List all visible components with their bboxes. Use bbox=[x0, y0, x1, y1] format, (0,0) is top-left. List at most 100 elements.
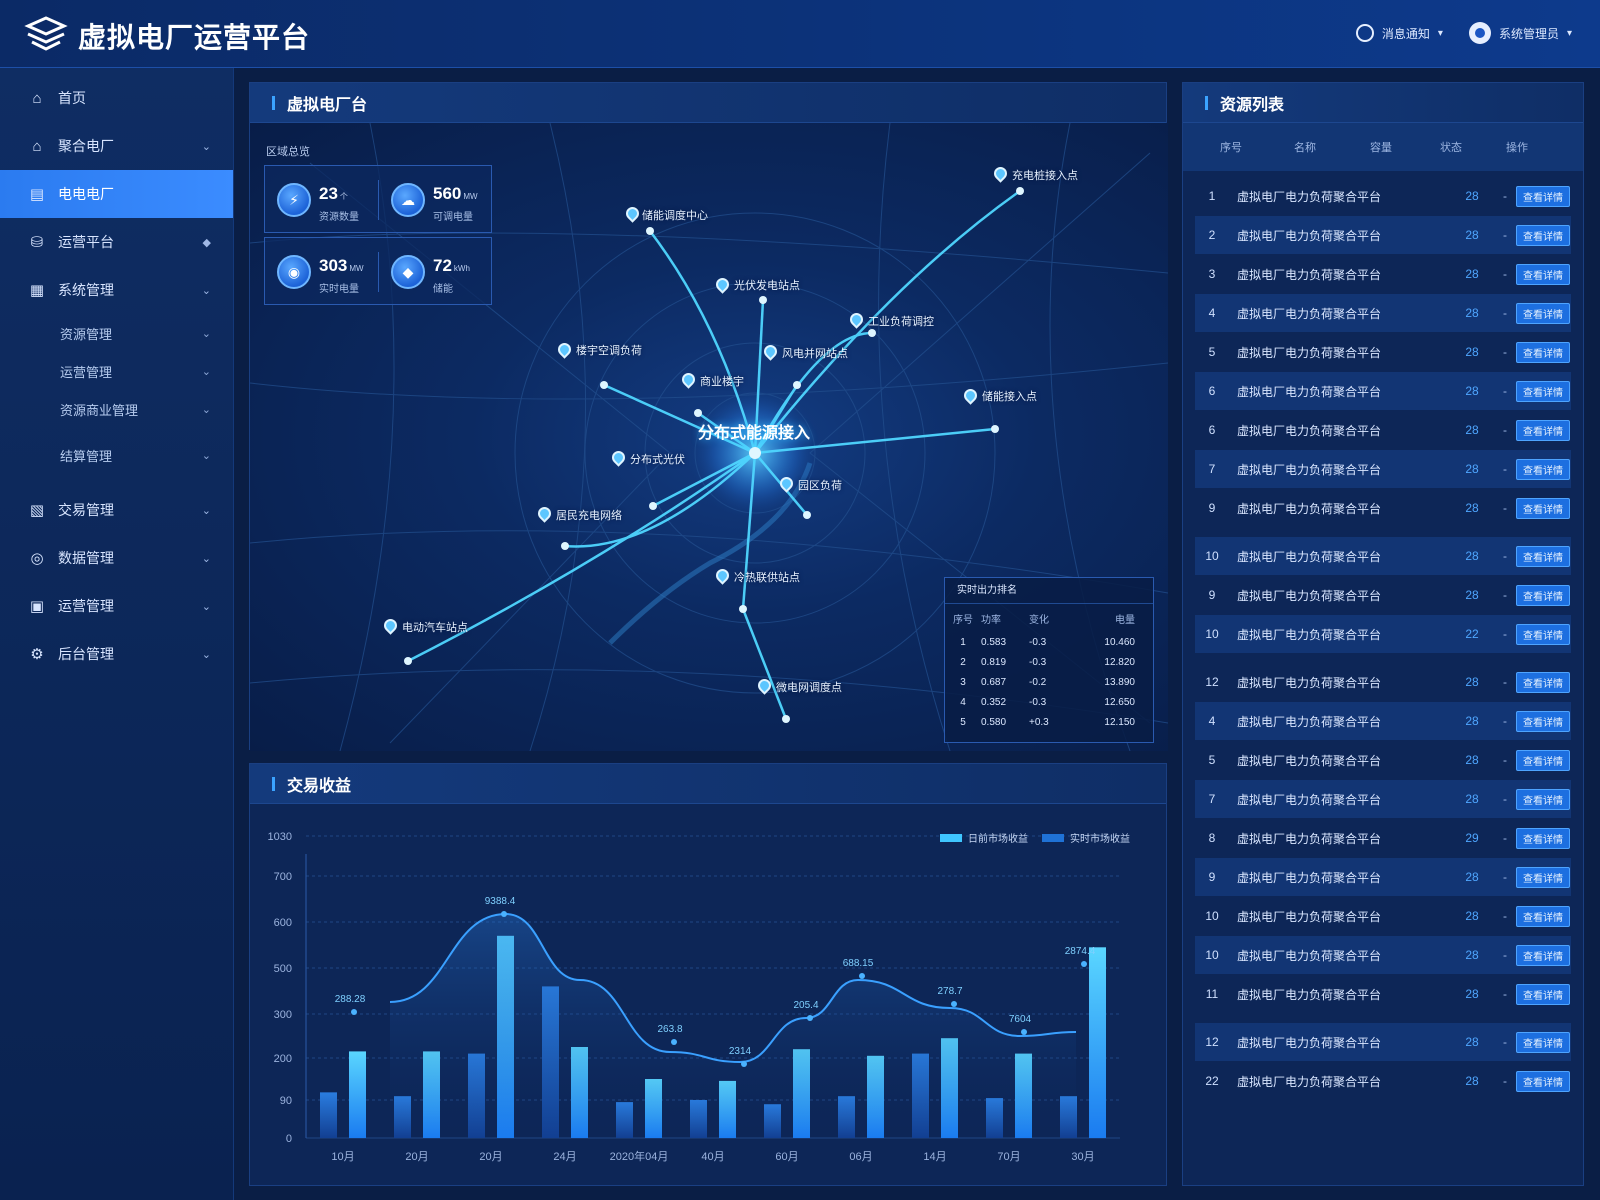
sidebar-item-aggregate-plant[interactable]: ⌂ 聚合电厂 ⌄ bbox=[0, 122, 233, 170]
view-detail-button[interactable]: 查看详情 bbox=[1516, 584, 1570, 606]
stat-value: 560 bbox=[433, 184, 462, 203]
map-area[interactable]: 区域总览 ⚡ 23 个 资源数量 ☁ 560 MW 可调电量 ◉ 303 MW 实时电… bbox=[250, 123, 1168, 751]
map-node-label: 园区负荷 bbox=[798, 480, 842, 492]
sidebar-item-home[interactable]: ⌂ 首页 bbox=[0, 74, 233, 122]
sidebar-item-monitor[interactable]: ▣ 运营管理 ⌄ bbox=[0, 582, 233, 630]
sidebar-item-label: 运营管理 bbox=[58, 598, 114, 614]
view-detail-button[interactable]: 查看详情 bbox=[1516, 1031, 1570, 1053]
resource-status: - bbox=[1503, 870, 1507, 884]
view-detail-button[interactable]: 查看详情 bbox=[1516, 710, 1570, 732]
view-detail-button[interactable]: 查看详情 bbox=[1516, 185, 1570, 207]
legend-swatch bbox=[1042, 834, 1064, 842]
revenue-chart: 0 90 200 300 500 600 700 1030 10月 20月 20月 24月 2020年0… bbox=[268, 831, 1130, 1163]
resource-name: 虚拟电厂电力负荷聚合平台 bbox=[1237, 549, 1382, 564]
sidebar-item-platform[interactable]: ⛁ 运营平台 ◆ bbox=[0, 218, 233, 266]
sidebar-subitem-resource[interactable]: 资源管理 ⌄ bbox=[0, 314, 233, 352]
line-area bbox=[390, 914, 1076, 1138]
line-point bbox=[741, 1061, 747, 1067]
resource-table-body: 1 虚拟电厂电力负荷聚合平台 28- 查看详情 2 虚拟电厂电力负荷聚合平台 28- 查看详情… bbox=[1183, 171, 1583, 1100]
column-header: 序号 bbox=[1220, 142, 1242, 154]
view-detail-button[interactable]: 查看详情 bbox=[1516, 341, 1570, 363]
view-detail-button[interactable]: 查看详情 bbox=[1516, 224, 1570, 246]
row-action-cell: 查看详情 bbox=[1515, 788, 1571, 810]
user-menu[interactable]: 系统管理员 ▾ bbox=[1468, 22, 1572, 44]
view-detail-button[interactable]: 查看详情 bbox=[1516, 623, 1570, 645]
view-detail-button[interactable]: 查看详情 bbox=[1516, 671, 1570, 693]
stat-unit: MW bbox=[463, 192, 478, 201]
resource-name: 虚拟电厂电力负荷聚合平台 bbox=[1237, 228, 1382, 243]
home-icon: ⌂ bbox=[32, 89, 42, 107]
y-tick-label: 300 bbox=[274, 1009, 292, 1021]
table-cell: 4 bbox=[960, 696, 966, 708]
data-label: 205.4 bbox=[793, 1000, 818, 1011]
map-node-label: 冷热联供站点 bbox=[734, 572, 800, 584]
map-node-label: 储能接入点 bbox=[982, 391, 1037, 403]
table-row: 11 虚拟电厂电力负荷聚合平台 28 - 查看详情 bbox=[1195, 975, 1571, 1013]
top-header: 虚拟电厂运营平台 消息通知 ▾ 系统管理员 ▾ bbox=[0, 0, 1600, 68]
view-detail-button[interactable]: 查看详情 bbox=[1516, 458, 1570, 480]
line-point bbox=[951, 1001, 957, 1007]
resource-capacity: 28 bbox=[1465, 189, 1479, 203]
view-detail-button[interactable]: 查看详情 bbox=[1516, 827, 1570, 849]
y-tick-label: 700 bbox=[274, 871, 292, 883]
table-row: 6 虚拟电厂电力负荷聚合平台 28 - 查看详情 bbox=[1195, 411, 1571, 449]
sidebar-item-power-plant[interactable]: ▤ 电电电厂 bbox=[0, 170, 233, 218]
platform-icon: ⛁ bbox=[30, 234, 44, 251]
table-row: 4 0.352 -0.3 12.650 bbox=[945, 692, 1153, 712]
sidebar-subitem-operation[interactable]: 运营管理 ⌄ bbox=[0, 352, 233, 390]
sidebar-item-backend[interactable]: ⚙ 后台管理 ⌄ bbox=[0, 630, 233, 678]
sidebar-item-system[interactable]: ▦ 系统管理 ⌄ bbox=[0, 266, 233, 314]
map-subtitle: 区域总览 bbox=[266, 146, 310, 158]
resource-list-panel: 资源列表 序号 名称 容量 状态 操作 1 虚拟电厂电力负荷聚合平台 28- 查看详情… bbox=[1182, 82, 1584, 1186]
sidebar-item-label: 交易管理 bbox=[58, 502, 114, 518]
x-tick-label: 60月 bbox=[775, 1151, 798, 1163]
x-tick-label: 14月 bbox=[923, 1151, 946, 1163]
view-detail-button[interactable]: 查看详情 bbox=[1516, 545, 1570, 567]
view-detail-button[interactable]: 查看详情 bbox=[1516, 1070, 1570, 1092]
sidebar-subitem-business[interactable]: 资源商业管理 ⌄ bbox=[0, 390, 233, 428]
data-label: 2314 bbox=[729, 1046, 752, 1057]
view-detail-button[interactable]: 查看详情 bbox=[1516, 866, 1570, 888]
sidebar-item-trade[interactable]: ▧ 交易管理 ⌄ bbox=[0, 486, 233, 534]
chevron-down-icon: ⌄ bbox=[201, 504, 211, 517]
x-tick-label: 30月 bbox=[1071, 1151, 1094, 1163]
chevron-down-icon: ▾ bbox=[1566, 27, 1572, 39]
view-detail-button[interactable]: 查看详情 bbox=[1516, 380, 1570, 402]
view-detail-button[interactable]: 查看详情 bbox=[1516, 302, 1570, 324]
resource-status: - bbox=[1503, 228, 1507, 242]
data-label: 7604 bbox=[1009, 1014, 1032, 1025]
view-detail-button[interactable]: 查看详情 bbox=[1516, 263, 1570, 285]
row-action-cell: 查看详情 bbox=[1515, 671, 1571, 693]
view-detail-button[interactable]: 查看详情 bbox=[1516, 983, 1570, 1005]
map-node-label: 分布式光伏 bbox=[630, 454, 685, 466]
sidebar-item-data[interactable]: ◎ 数据管理 ⌄ bbox=[0, 534, 233, 582]
resource-capacity: 28 bbox=[1465, 987, 1479, 1001]
notification-menu[interactable]: 消息通知 ▾ bbox=[1355, 24, 1443, 42]
line-point bbox=[859, 973, 865, 979]
y-tick-label: 0 bbox=[286, 1133, 292, 1145]
row-action-cell: 查看详情 bbox=[1515, 710, 1571, 732]
sidebar-item-label: 电电电厂 bbox=[58, 186, 114, 202]
view-detail-button[interactable]: 查看详情 bbox=[1516, 788, 1570, 810]
resource-name: 虚拟电厂电力负荷聚合平台 bbox=[1237, 987, 1382, 1002]
chevron-down-icon: ⌄ bbox=[201, 600, 211, 613]
bar-series-2 bbox=[1089, 947, 1106, 1138]
row-number: 12 bbox=[1205, 675, 1219, 689]
plug-icon: ⚡ bbox=[277, 183, 311, 217]
resource-status: - bbox=[1503, 549, 1507, 563]
view-detail-button[interactable]: 查看详情 bbox=[1516, 749, 1570, 771]
view-detail-button[interactable]: 查看详情 bbox=[1516, 905, 1570, 927]
map-center-label: 分布式能源接入 bbox=[698, 425, 811, 442]
resource-capacity: 28 bbox=[1465, 549, 1479, 563]
resource-name: 虚拟电厂电力负荷聚合平台 bbox=[1237, 423, 1382, 438]
stat-realtime: ◉ 303 MW 实时电量 bbox=[265, 238, 379, 306]
chevron-down-icon: ⌄ bbox=[201, 552, 211, 565]
view-detail-button[interactable]: 查看详情 bbox=[1516, 944, 1570, 966]
sidebar-subitem-settlement[interactable]: 结算管理 ⌄ bbox=[0, 436, 233, 474]
row-number: 5 bbox=[1208, 345, 1216, 359]
view-detail-button[interactable]: 查看详情 bbox=[1516, 419, 1570, 441]
table-row: 2 虚拟电厂电力负荷聚合平台 28 - 查看详情 bbox=[1195, 216, 1571, 254]
x-tick-label: 20月 bbox=[479, 1151, 502, 1163]
table-cell: 0.580 bbox=[981, 716, 1007, 728]
view-detail-button[interactable]: 查看详情 bbox=[1516, 497, 1570, 519]
